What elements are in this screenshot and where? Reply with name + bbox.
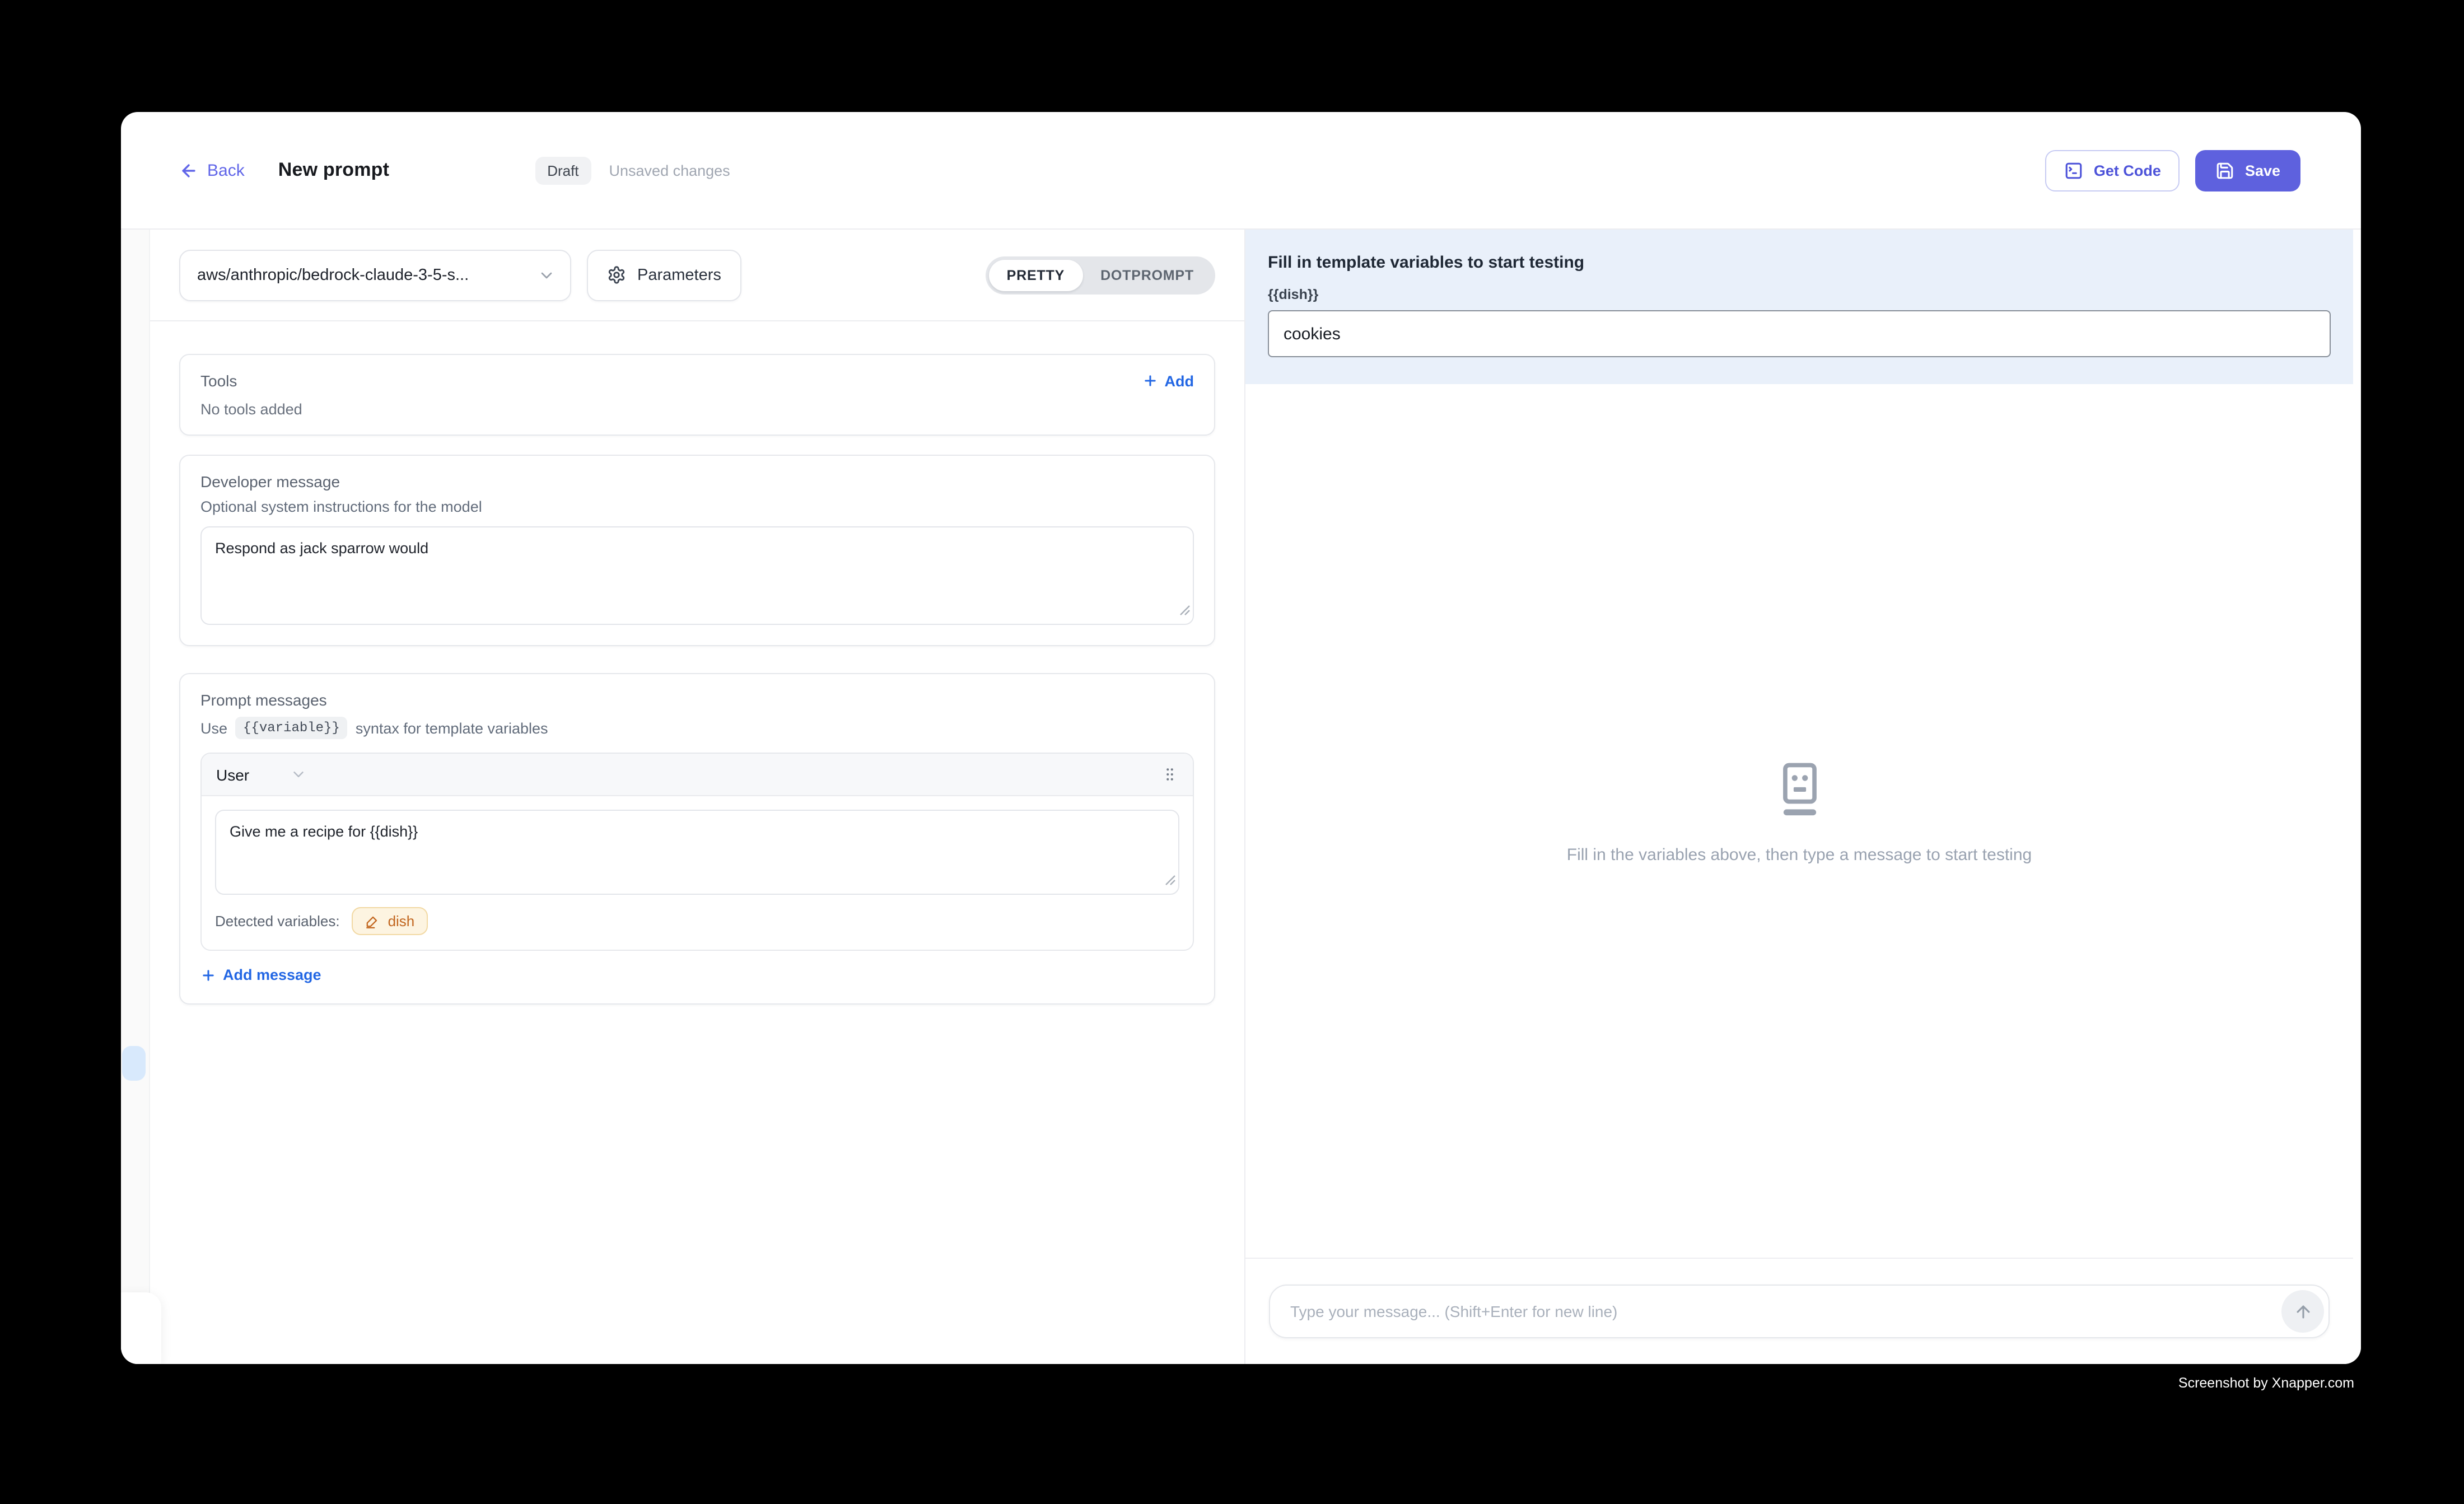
- unsaved-changes-text: Unsaved changes: [609, 162, 730, 179]
- editor-panel: aws/anthropic/bedrock-claude-3-5-s... Pa…: [150, 230, 1245, 1364]
- gear-icon: [607, 265, 626, 284]
- developer-message-subtitle: Optional system instructions for the mod…: [200, 498, 1194, 515]
- terminal-icon: [2065, 161, 2084, 180]
- variable-name-label: {{dish}}: [1268, 287, 2331, 302]
- screen: Back New prompt Draft Unsaved changes Ge…: [0, 0, 2464, 1504]
- drag-handle-icon[interactable]: [1161, 766, 1178, 783]
- model-selector[interactable]: aws/anthropic/bedrock-claude-3-5-s...: [179, 249, 571, 301]
- app-window: Back New prompt Draft Unsaved changes Ge…: [121, 112, 2361, 1364]
- tools-title: Tools: [200, 372, 237, 390]
- arrow-left-icon: [179, 161, 198, 180]
- rail-highlight[interactable]: [122, 1046, 146, 1081]
- tools-empty-text: No tools added: [200, 401, 1194, 418]
- developer-message-section: Developer message Optional system instru…: [179, 455, 1215, 646]
- plus-icon: [200, 967, 216, 983]
- message-header: User: [202, 754, 1193, 796]
- prompt-messages-subtitle: Use {{variable}} syntax for template var…: [200, 717, 1194, 739]
- add-tool-button[interactable]: Add: [1142, 372, 1194, 389]
- header: Back New prompt Draft Unsaved changes Ge…: [121, 112, 2361, 230]
- model-selector-value: aws/anthropic/bedrock-claude-3-5-s...: [197, 266, 469, 284]
- back-label: Back: [207, 161, 245, 180]
- chevron-down-icon: [290, 766, 306, 783]
- left-rail: [121, 230, 150, 1364]
- add-tool-label: Add: [1165, 372, 1194, 389]
- chat-message-input[interactable]: [1269, 1285, 2330, 1338]
- empty-state: Fill in the variables above, then type a…: [1245, 760, 2353, 865]
- prompt-messages-title: Prompt messages: [200, 691, 1194, 709]
- save-button[interactable]: Save: [2196, 150, 2300, 191]
- detected-variables-row: Detected variables: dish: [202, 895, 1193, 950]
- save-icon: [2216, 161, 2235, 180]
- template-variables-heading: Fill in template variables to start test…: [1268, 253, 2331, 272]
- tools-section: Tools Add No tools added: [179, 354, 1215, 436]
- status-badge: Draft: [535, 156, 591, 184]
- chevron-down-icon: [538, 266, 556, 284]
- page-title: New prompt: [278, 159, 389, 181]
- editor-toolbar: aws/anthropic/bedrock-claude-3-5-s... Pa…: [150, 230, 1244, 321]
- message-content-textarea[interactable]: Give me a recipe for {{dish}}: [215, 810, 1179, 895]
- role-selector[interactable]: User: [216, 765, 306, 783]
- get-code-button[interactable]: Get Code: [2046, 150, 2180, 191]
- variable-chip-label: dish: [388, 913, 415, 930]
- watermark-text: Screenshot by Xnapper.com: [2178, 1375, 2354, 1391]
- template-variables-header: Fill in template variables to start test…: [1245, 230, 2353, 384]
- editor-sections: Tools Add No tools added Devel: [150, 321, 1244, 1037]
- detected-variables-label: Detected variables:: [215, 913, 340, 930]
- pencil-icon: [366, 914, 380, 928]
- get-code-label: Get Code: [2094, 162, 2161, 179]
- message-block: User G: [200, 753, 1194, 951]
- parameters-label: Parameters: [637, 266, 721, 284]
- add-message-button[interactable]: Add message: [200, 966, 1194, 983]
- message-body: Give me a recipe for {{dish}}: [202, 796, 1193, 895]
- send-button[interactable]: [2281, 1290, 2324, 1333]
- parameters-button[interactable]: Parameters: [587, 249, 741, 301]
- variable-chip-dish[interactable]: dish: [352, 907, 428, 935]
- empty-state-text: Fill in the variables above, then type a…: [1567, 846, 2032, 865]
- developer-message-title: Developer message: [200, 473, 1194, 491]
- variable-syntax-chip: {{variable}}: [235, 717, 348, 739]
- chat-input-row: [1245, 1258, 2353, 1364]
- toggle-option-dotprompt[interactable]: DOTPROMPT: [1082, 259, 1212, 291]
- developer-message-textarea[interactable]: Respond as jack sparrow would: [200, 526, 1194, 625]
- toggle-option-pretty[interactable]: PRETTY: [989, 259, 1082, 291]
- back-button[interactable]: Back: [179, 161, 245, 180]
- save-label: Save: [2245, 162, 2280, 179]
- plus-icon: [1142, 373, 1158, 389]
- arrow-up-icon: [2293, 1302, 2312, 1321]
- view-toggle: PRETTY DOTPROMPT: [986, 256, 1215, 294]
- prompt-messages-section: Prompt messages Use {{variable}} syntax …: [179, 673, 1215, 1005]
- chat-area: Fill in the variables above, then type a…: [1245, 384, 2353, 1258]
- test-panel: Fill in template variables to start test…: [1245, 230, 2361, 1364]
- variable-value-input[interactable]: [1268, 310, 2331, 357]
- subtitle-suffix: syntax for template variables: [356, 720, 548, 736]
- card-body: aws/anthropic/bedrock-claude-3-5-s... Pa…: [121, 230, 2361, 1364]
- bot-face-icon: [1774, 760, 1825, 819]
- bottom-left-popover: [121, 1292, 161, 1364]
- add-message-label: Add message: [223, 966, 321, 983]
- subtitle-prefix: Use: [200, 720, 227, 736]
- role-value: User: [216, 765, 249, 783]
